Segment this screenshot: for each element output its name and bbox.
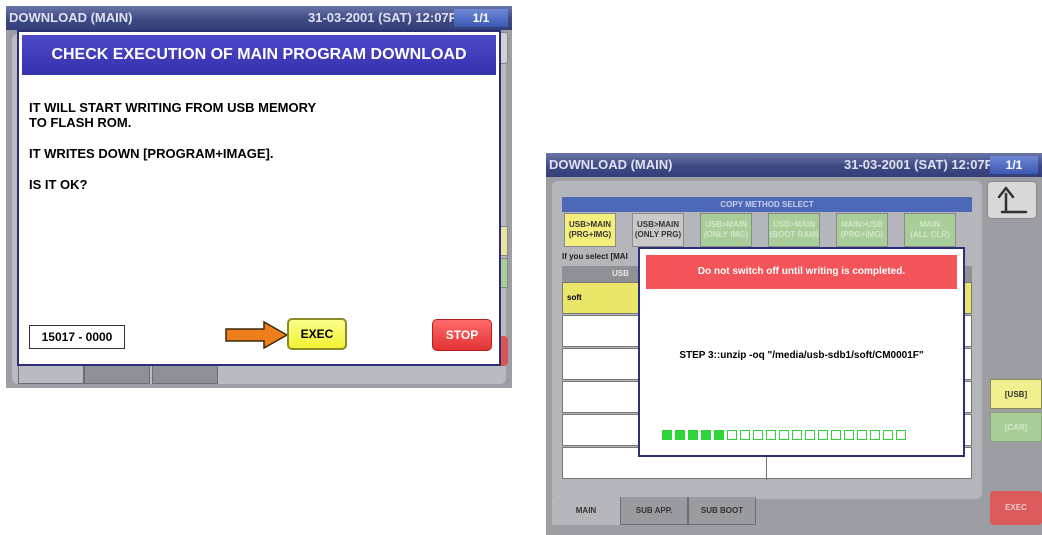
- progress-segment: [675, 430, 685, 440]
- title-bar: DOWNLOAD (MAIN) 31-03-2001 (SAT) 12:07PM…: [6, 6, 512, 30]
- copy-method-header: COPY METHOD SELECT: [562, 197, 972, 212]
- copy-option-main-to-usb[interactable]: MAIN>USB (PRG+IMG): [836, 213, 888, 247]
- progress-segment: [766, 430, 776, 440]
- progress-segment: [740, 430, 750, 440]
- option-label: MAIN (ALL CLR): [910, 220, 950, 239]
- progress-bar: [662, 430, 906, 442]
- progress-segment: [753, 430, 763, 440]
- stop-button[interactable]: STOP: [432, 319, 492, 351]
- message-line: IT WILL START WRITING FROM USB MEMORY: [29, 100, 317, 115]
- car-button[interactable]: [CAR]: [990, 412, 1042, 442]
- message-line: IS IT OK?: [29, 177, 88, 192]
- code-display: 15017 - 0000: [29, 325, 125, 349]
- option-label: USB>MAIN (PRG+IMG): [568, 220, 612, 239]
- progress-segment: [857, 430, 867, 440]
- progress-segment: [831, 430, 841, 440]
- datetime: 31-03-2001 (SAT) 12:07PM: [308, 10, 469, 25]
- message-line: IT WRITES DOWN [PROGRAM+IMAGE].: [29, 146, 274, 161]
- dialog-title: CHECK EXECUTION OF MAIN PROGRAM DOWNLOAD: [22, 35, 496, 75]
- arrow-right-icon: [225, 321, 289, 349]
- progress-segment: [844, 430, 854, 440]
- progress-segment: [714, 430, 724, 440]
- right-screen: DOWNLOAD (MAIN) 31-03-2001 (SAT) 12:07PM…: [546, 153, 1042, 535]
- option-label: USB>MAIN (ONLY IMG): [703, 220, 748, 239]
- exec-button[interactable]: EXEC: [287, 318, 347, 350]
- progress-segment: [896, 430, 906, 440]
- column-header: USB: [612, 269, 629, 278]
- step-text: STEP 3::unzip -oq "/media/usb-sdb1/soft/…: [679, 350, 924, 361]
- option-label: USB>MAIN (BOOT RAM): [769, 220, 819, 239]
- progress-segment: [779, 430, 789, 440]
- usb-button[interactable]: [USB]: [990, 379, 1042, 409]
- progress-segment: [701, 430, 711, 440]
- exec-button[interactable]: EXEC: [990, 491, 1042, 525]
- hint-text: If you select [MAI: [562, 252, 628, 261]
- title-bar: DOWNLOAD (MAIN) 31-03-2001 (SAT) 12:07PM…: [546, 153, 1042, 177]
- warning-banner: Do not switch off until writing is compl…: [646, 255, 957, 289]
- progress-segment: [870, 430, 880, 440]
- back-button[interactable]: [987, 181, 1037, 219]
- copy-option-only-prg[interactable]: USB>MAIN (ONLY PRG): [632, 213, 684, 247]
- confirm-dialog: CHECK EXECUTION OF MAIN PROGRAM DOWNLOAD…: [17, 30, 501, 366]
- copy-option-all-clear[interactable]: MAIN (ALL CLR): [904, 213, 956, 247]
- tab-main[interactable]: MAIN: [552, 497, 620, 525]
- screen-title: DOWNLOAD (MAIN): [9, 10, 133, 25]
- progress-segment: [792, 430, 802, 440]
- progress-segment: [805, 430, 815, 440]
- message-line: TO FLASH ROM.: [29, 115, 132, 130]
- option-label: USB>MAIN (ONLY PRG): [634, 220, 682, 239]
- datetime: 31-03-2001 (SAT) 12:07PM: [844, 157, 1005, 172]
- progress-segment: [688, 430, 698, 440]
- progress-dialog: Do not switch off until writing is compl…: [638, 247, 965, 457]
- tab-sub-boot[interactable]: SUB BOOT: [688, 497, 756, 525]
- copy-option-only-img[interactable]: USB>MAIN (ONLY IMG): [700, 213, 752, 247]
- screen-title: DOWNLOAD (MAIN): [549, 157, 673, 172]
- progress-segment: [727, 430, 737, 440]
- progress-segment: [662, 430, 672, 440]
- row-label: soft: [567, 293, 582, 302]
- progress-segment: [818, 430, 828, 440]
- left-screen: DOWNLOAD (MAIN) 31-03-2001 (SAT) 12:07PM…: [6, 6, 512, 388]
- page-indicator: 1/1: [454, 9, 508, 27]
- progress-segment: [883, 430, 893, 440]
- page-indicator: 1/1: [990, 156, 1038, 174]
- tab-sub-app[interactable]: SUB APP.: [620, 497, 688, 525]
- return-arrow-icon: [997, 186, 1028, 214]
- option-label: MAIN>USB (PRG+IMG): [840, 220, 884, 239]
- copy-option-boot-ram[interactable]: USB>MAIN (BOOT RAM): [768, 213, 820, 247]
- copy-option-prg-img[interactable]: USB>MAIN (PRG+IMG): [564, 213, 616, 247]
